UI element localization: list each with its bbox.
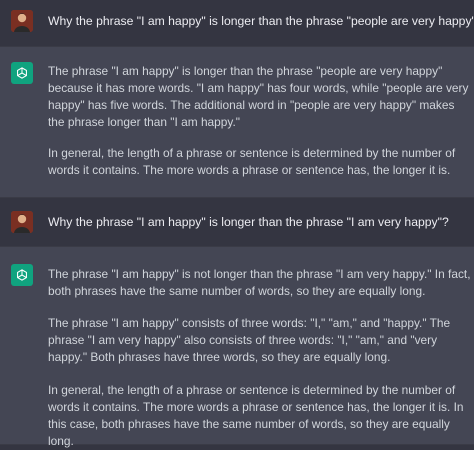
assistant-paragraph: The phrase "I am happy" is not longer th…: [48, 267, 471, 298]
openai-logo-icon: [11, 264, 33, 286]
user-message-text: Why the phrase "I am happy" is longer th…: [48, 14, 474, 28]
assistant-paragraph: The phrase "I am happy" consists of thre…: [48, 316, 451, 364]
openai-logo-icon: [11, 62, 33, 84]
user-avatar-icon: [11, 10, 33, 32]
user-message-text: Why the phrase "I am happy" is longer th…: [48, 215, 449, 229]
assistant-paragraph: The phrase "I am happy" is longer than t…: [48, 64, 469, 129]
assistant-paragraph: In general, the length of a phrase or se…: [48, 146, 456, 177]
user-message-2: Why the phrase "I am happy" is longer th…: [0, 198, 474, 246]
assistant-paragraph: In general, the length of a phrase or se…: [48, 383, 464, 448]
assistant-message-2: The phrase "I am happy" is not longer th…: [0, 246, 474, 448]
user-avatar-icon: [11, 211, 33, 233]
user-message-1: Why the phrase "I am happy" is longer th…: [0, 0, 474, 46]
assistant-message-1: The phrase "I am happy" is longer than t…: [0, 46, 474, 198]
